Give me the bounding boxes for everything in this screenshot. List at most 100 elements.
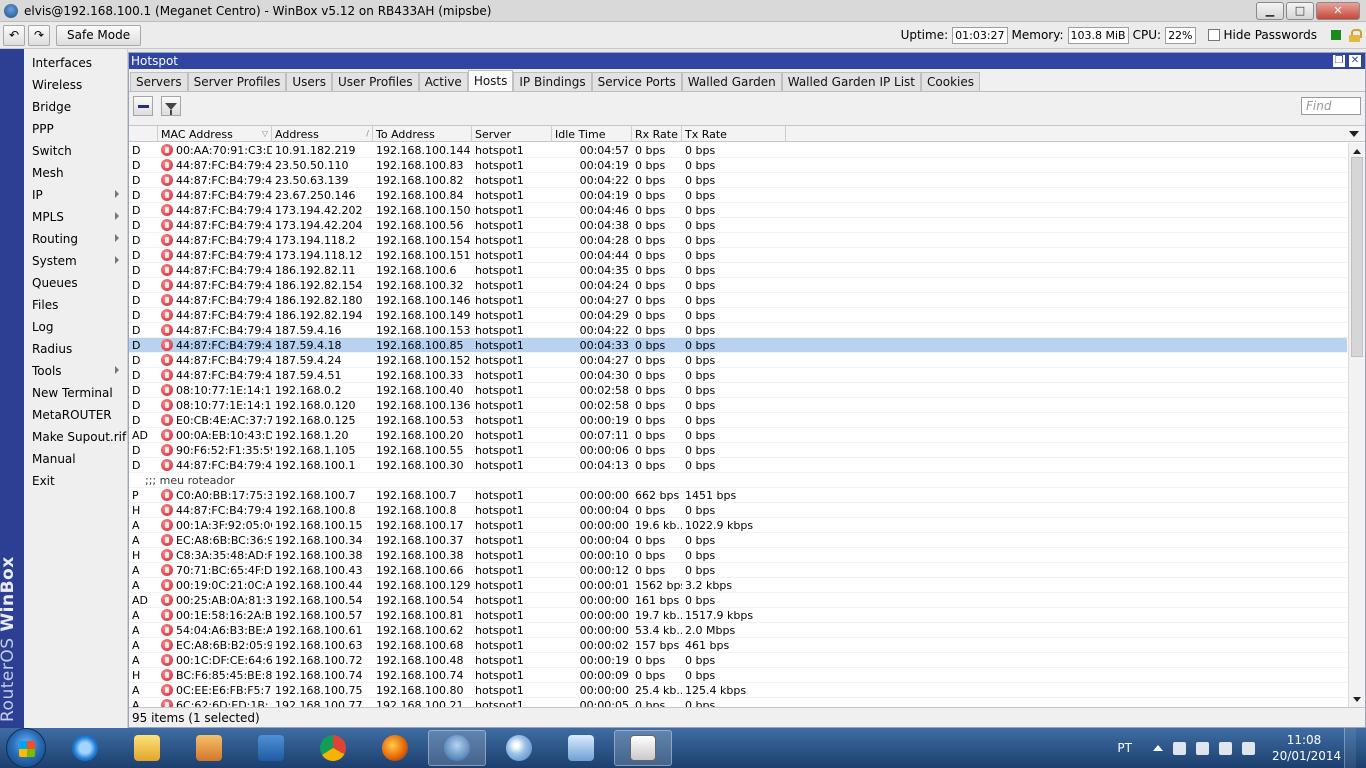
table-row[interactable]: D E0:CB:4E:AC:37:71 192.168.0.125 192.168.1… — [129, 413, 1347, 428]
table-row[interactable]: D 44:87:FC:B4:79:4F 187.59.4.51 192.168.100… — [129, 368, 1347, 383]
menu-item-new-terminal[interactable]: New Terminal — [24, 382, 127, 404]
tab-cookies[interactable]: Cookies — [921, 72, 980, 91]
table-row[interactable]: D 44:87:FC:B4:79:4F 23.50.50.110 192.168.10… — [129, 158, 1347, 173]
col-idle-time[interactable]: Idle Time — [552, 126, 632, 142]
network-icon[interactable] — [1219, 741, 1232, 755]
tab-active[interactable]: Active — [418, 72, 468, 91]
find-input[interactable]: Find — [1301, 97, 1361, 115]
taskbar-app-ie[interactable] — [56, 730, 114, 766]
menu-item-make-supout-rif[interactable]: Make Supout.rif — [24, 426, 127, 448]
table-row[interactable]: A 70:71:BC:65:4F:D5 192.168.100.43 192.168.… — [129, 563, 1347, 578]
table-row[interactable]: D 44:87:FC:B4:79:4F 192.168.100.1 192.168.1… — [129, 458, 1347, 473]
table-row[interactable]: D 44:87:FC:B4:79:4F 186.192.82.154 192.168.… — [129, 278, 1347, 293]
col-mac-address[interactable]: MAC Address ▽ — [158, 126, 272, 142]
taskbar-app-firefox[interactable] — [366, 730, 424, 766]
scroll-down-icon[interactable] — [1353, 697, 1361, 702]
taskbar-app-paint[interactable] — [490, 730, 548, 766]
redo-button[interactable]: ↷ — [28, 24, 50, 46]
menu-item-files[interactable]: Files — [24, 294, 127, 316]
restore-window-icon[interactable]: ❐ — [1333, 55, 1345, 67]
maximize-button[interactable]: □ — [1286, 1, 1314, 20]
table-row[interactable]: H BC:F6:85:45:BE:83 192.168.100.74 192.168.… — [129, 668, 1347, 683]
show-desktop-button[interactable] — [1344, 728, 1356, 768]
clock[interactable]: 11:08 20/01/2014 — [1272, 732, 1341, 764]
menu-item-tools[interactable]: Tools — [24, 360, 127, 382]
column-chooser[interactable] — [786, 126, 1365, 141]
taskbar-app-chrome[interactable] — [304, 730, 362, 766]
table-row[interactable]: D 44:87:FC:B4:79:4F 23.50.63.139 192.168.10… — [129, 173, 1347, 188]
table-row[interactable]: D 44:87:FC:B4:79:4F 186.192.82.194 192.168.… — [129, 308, 1347, 323]
safe-mode-button[interactable]: Safe Mode — [56, 24, 142, 46]
table-row[interactable]: AD 00:25:AB:0A:81:30 192.168.100.54 192.168… — [129, 593, 1347, 608]
vertical-scrollbar[interactable] — [1348, 143, 1365, 707]
menu-item-exit[interactable]: Exit — [24, 470, 127, 492]
hide-passwords-checkbox[interactable] — [1207, 29, 1220, 41]
undo-button[interactable]: ↶ — [3, 24, 25, 46]
col-rx-rate[interactable]: Rx Rate — [632, 126, 682, 142]
menu-item-bridge[interactable]: Bridge — [24, 96, 127, 118]
table-row[interactable]: A 54:04:A6:B3:BE:AB 192.168.100.61 192.168.… — [129, 623, 1347, 638]
table-row[interactable]: D 44:87:FC:B4:79:4F 186.192.82.180 192.168.… — [129, 293, 1347, 308]
taskbar-app-meta[interactable] — [242, 730, 300, 766]
tray-expand-icon[interactable] — [1153, 745, 1163, 751]
table-row[interactable]: D 00:AA:70:91:C3:D2 10.91.182.219 192.168.1… — [129, 143, 1347, 158]
comment-row[interactable]: ;;; meu roteador — [129, 473, 1347, 488]
minimize-button[interactable]: ▁ — [1256, 1, 1284, 20]
table-row[interactable]: D 44:87:FC:B4:79:4F 187.59.4.18 192.168.100… — [129, 338, 1347, 353]
menu-item-queues[interactable]: Queues — [24, 272, 127, 294]
tab-servers[interactable]: Servers — [130, 72, 188, 91]
taskbar-app-explorer[interactable] — [118, 730, 176, 766]
table-row[interactable]: A 00:1A:3F:92:05:0C 192.168.100.15 192.168.… — [129, 518, 1347, 533]
tab-ip-bindings[interactable]: IP Bindings — [513, 72, 592, 91]
table-row[interactable]: H C8:3A:35:48:AD:F8 192.168.100.38 192.168.… — [129, 548, 1347, 563]
table-row[interactable]: D 44:87:FC:B4:79:4F 186.192.82.11 192.168.1… — [129, 263, 1347, 278]
tab-walled-garden[interactable]: Walled Garden — [681, 72, 782, 91]
menu-item-metarouter[interactable]: MetaROUTER — [24, 404, 127, 426]
action-center-flag-icon[interactable] — [1173, 741, 1186, 755]
menu-item-mpls[interactable]: MPLS — [24, 206, 127, 228]
menu-item-ip[interactable]: IP — [24, 184, 127, 206]
usb-device-icon[interactable] — [1196, 741, 1209, 755]
table-row[interactable]: D 44:87:FC:B4:79:4F 173.194.42.202 192.168.… — [129, 203, 1347, 218]
scroll-thumb[interactable] — [1351, 157, 1363, 357]
tab-service-ports[interactable]: Service Ports — [591, 72, 682, 91]
table-row[interactable]: P C0:A0:BB:17:75:3B 192.168.100.7 192.168.1… — [129, 488, 1347, 503]
col-flags[interactable] — [129, 126, 158, 142]
taskbar-app-win[interactable] — [614, 730, 672, 766]
table-row[interactable]: D 44:87:FC:B4:79:4F 23.67.250.146 192.168.1… — [129, 188, 1347, 203]
taskbar-app-winbox[interactable] — [428, 730, 486, 766]
menu-item-radius[interactable]: Radius — [24, 338, 127, 360]
table-row[interactable]: A 00:19:0C:21:0C:A1 192.168.100.44 192.168.… — [129, 578, 1347, 593]
table-row[interactable]: A 00:1E:58:16:2A:BD 192.168.100.57 192.168.… — [129, 608, 1347, 623]
table-row[interactable]: D 44:87:FC:B4:79:4F 187.59.4.24 192.168.100… — [129, 353, 1347, 368]
scroll-up-icon[interactable] — [1353, 149, 1361, 154]
table-row[interactable]: A 0C:EE:E6:FB:F5:71 192.168.100.75 192.168.… — [129, 683, 1347, 698]
menu-item-ppp[interactable]: PPP — [24, 118, 127, 140]
menu-item-log[interactable]: Log — [24, 316, 127, 338]
table-row[interactable]: A 6C:62:6D:ED:1B:... 192.168.100.77 192.168… — [129, 698, 1347, 707]
table-row[interactable]: AD 00:0A:EB:10:43:DF 192.168.1.20 192.168.1… — [129, 428, 1347, 443]
table-row[interactable]: A 00:1C:DF:CE:64:6F 192.168.100.72 192.168.… — [129, 653, 1347, 668]
menu-item-switch[interactable]: Switch — [24, 140, 127, 162]
menu-item-manual[interactable]: Manual — [24, 448, 127, 470]
tab-hosts[interactable]: Hosts — [467, 70, 514, 91]
language-indicator[interactable]: PT — [1117, 741, 1132, 755]
table-row[interactable]: A EC:A8:6B:B2:05:9E 192.168.100.63 192.168.… — [129, 638, 1347, 653]
volume-icon[interactable] — [1242, 741, 1255, 755]
remove-button[interactable] — [133, 96, 153, 116]
tab-users[interactable]: Users — [286, 72, 332, 91]
menu-item-mesh[interactable]: Mesh — [24, 162, 127, 184]
close-window-icon[interactable]: ✕ — [1349, 55, 1361, 67]
col-server[interactable]: Server — [472, 126, 552, 142]
table-row[interactable]: D 90:F6:52:F1:35:59 192.168.1.105 192.168.1… — [129, 443, 1347, 458]
taskbar-app-note[interactable] — [552, 730, 610, 766]
table-row[interactable]: A EC:A8:6B:BC:36:9E 192.168.100.34 192.168.… — [129, 533, 1347, 548]
table-row[interactable]: H 44:87:FC:B4:79:4F 192.168.100.8 192.168.1… — [129, 503, 1347, 518]
col-address[interactable]: Address / — [272, 126, 373, 142]
tab-server-profiles[interactable]: Server Profiles — [187, 72, 287, 91]
tab-user-profiles[interactable]: User Profiles — [331, 72, 419, 91]
menu-item-routing[interactable]: Routing — [24, 228, 127, 250]
table-row[interactable]: D 44:87:FC:B4:79:4F 173.194.42.204 192.168.… — [129, 218, 1347, 233]
col-to-address[interactable]: To Address — [373, 126, 472, 142]
start-button[interactable] — [6, 728, 46, 768]
